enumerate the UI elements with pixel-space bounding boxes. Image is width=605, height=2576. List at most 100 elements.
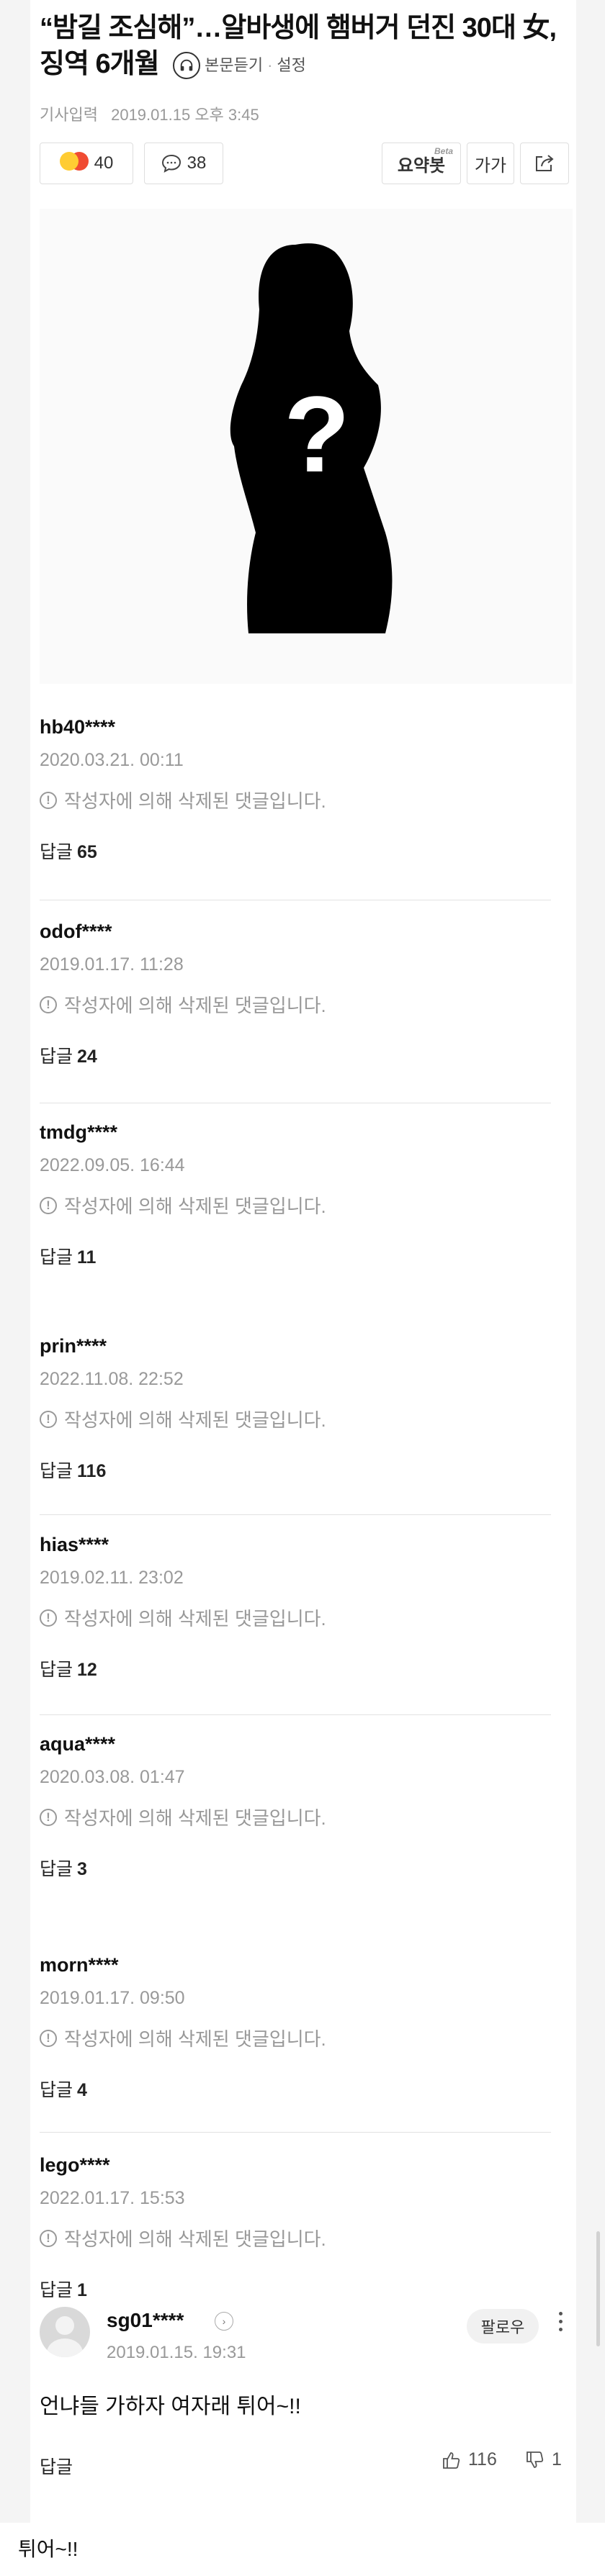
deleted-text: 작성자에 의해 삭제된 댓글입니다. — [64, 1807, 326, 1829]
reply-label: 답글 — [40, 842, 73, 862]
info-icon: ! — [40, 1808, 57, 1826]
comment-username[interactable]: sg01**** — [107, 2309, 184, 2332]
comment-date: 2020.03.08. 01:47 — [40, 1767, 185, 1787]
comment-date: 2019.01.17. 11:28 — [40, 954, 184, 975]
deleted-notice: ! 작성자에 의해 삭제된 댓글입니다. — [40, 2225, 558, 2251]
article-meta: 기사입력 2019.01.15 오후 3:45 — [40, 102, 259, 125]
comment-body: 언냐들 가하자 여자래 튀어~!! — [40, 2395, 301, 2418]
deleted-notice: ! 작성자에 의해 삭제된 댓글입니다. — [40, 1406, 558, 1432]
chevron-right-icon[interactable]: › — [215, 2312, 233, 2331]
listen-controls: 본문듣기 · 설정 — [173, 48, 306, 83]
reply-link[interactable]: 답글 — [40, 2453, 73, 2479]
divider — [40, 1514, 551, 1515]
reply-count: 65 — [77, 842, 97, 862]
comment-username[interactable]: hb40**** — [40, 714, 558, 740]
comment-username[interactable]: prin**** — [40, 1333, 558, 1359]
like-count: 116 — [468, 2449, 497, 2469]
comment-date: 2019.01.17. 09:50 — [40, 1988, 185, 2008]
reply-link[interactable]: 답글 1 — [40, 2276, 558, 2302]
font-size-button[interactable]: 가가 — [467, 143, 514, 184]
share-button[interactable] — [520, 143, 569, 184]
more-options-icon[interactable] — [557, 2312, 564, 2331]
reply-link[interactable]: 답글 24 — [40, 1042, 558, 1068]
comment-date: 2019.02.11. 23:02 — [40, 1568, 184, 1588]
comment-username[interactable]: aqua**** — [40, 1731, 558, 1757]
deleted-text: 작성자에 의해 삭제된 댓글입니다. — [64, 995, 326, 1016]
reply-label: 답글 — [40, 2280, 73, 2300]
right-margin — [576, 0, 605, 2523]
follow-button[interactable]: 팔로우 — [467, 2309, 539, 2344]
dislike-button[interactable]: 1 — [524, 2449, 562, 2470]
reply-link[interactable]: 답글 116 — [40, 1457, 558, 1483]
reply-label: 답글 — [40, 1247, 73, 1267]
reply-label: 답글 — [40, 1461, 73, 1481]
info-icon: ! — [40, 1609, 57, 1627]
headphones-icon[interactable] — [173, 51, 201, 79]
caption-text: 튀어~!! — [18, 2538, 79, 2560]
reply-link[interactable]: 답글 4 — [40, 2076, 558, 2102]
reply-link[interactable]: 답글 12 — [40, 1655, 558, 1681]
comment-date: 2022.01.17. 15:53 — [40, 2188, 185, 2208]
info-icon: ! — [40, 2229, 57, 2247]
article-title: “밤길 조심해”…알바생에 햄버거 던진 30대 女, 징역 6개월 본문듣기 … — [40, 10, 573, 83]
reply-label: 답글 — [40, 1859, 73, 1879]
reply-link[interactable]: 답글 11 — [40, 1243, 558, 1269]
info-icon: ! — [40, 1196, 57, 1214]
scrollbar-thumb[interactable] — [596, 2231, 600, 2346]
deleted-notice: ! 작성자에 의해 삭제된 댓글입니다. — [40, 1804, 558, 1830]
article-date: 2019.01.15 오후 3:45 — [111, 106, 259, 124]
comment-count-button[interactable]: 38 — [144, 143, 223, 184]
comment-username[interactable]: tmdg**** — [40, 1119, 558, 1145]
silhouette-question-image: ? — [230, 243, 393, 633]
info-icon: ! — [40, 1410, 57, 1428]
reply-count: 1 — [77, 2280, 87, 2300]
comment-date: 2022.11.08. 22:52 — [40, 1369, 184, 1389]
reply-count: 3 — [77, 1859, 87, 1879]
reply-label: 답글 — [40, 2080, 73, 2100]
listen-link[interactable]: 본문듣기 — [205, 48, 263, 83]
svg-text:?: ? — [284, 374, 350, 494]
comment-username[interactable]: hias**** — [40, 1532, 558, 1558]
reply-count: 12 — [77, 1660, 97, 1680]
comment-item: tmdg**** 2022.09.05. 16:44 ! 작성자에 의해 삭제된 … — [40, 1119, 558, 1269]
separator-dot: · — [267, 55, 273, 74]
deleted-text: 작성자에 의해 삭제된 댓글입니다. — [64, 790, 326, 812]
comment-username[interactable]: morn**** — [40, 1952, 558, 1978]
settings-link[interactable]: 설정 — [277, 48, 305, 83]
comment-item: morn**** 2019.01.17. 09:50 ! 작성자에 의해 삭제된 … — [40, 1952, 558, 2102]
beta-badge: Beta — [434, 146, 453, 156]
emoji-icon — [59, 151, 89, 176]
reply-link[interactable]: 답글 65 — [40, 838, 558, 864]
reply-count: 24 — [77, 1047, 97, 1067]
date-prefix: 기사입력 — [40, 106, 98, 124]
reaction-button[interactable]: 40 — [40, 143, 133, 184]
comment-item: hias**** 2019.02.11. 23:02 ! 작성자에 의해 삭제된 … — [40, 1532, 558, 1681]
info-icon: ! — [40, 791, 57, 809]
info-icon: ! — [40, 995, 57, 1013]
comment-username[interactable]: odof**** — [40, 918, 558, 944]
deleted-text: 작성자에 의해 삭제된 댓글입니다. — [64, 2028, 326, 2050]
comment-date: 2022.09.05. 16:44 — [40, 1155, 185, 1175]
deleted-notice: ! 작성자에 의해 삭제된 댓글입니다. — [40, 2025, 558, 2051]
deleted-notice: ! 작성자에 의해 삭제된 댓글입니다. — [40, 1604, 558, 1631]
reply-label: 답글 — [40, 1660, 73, 1680]
comment-item: hb40**** 2020.03.21. 00:11 ! 작성자에 의해 삭제된 … — [40, 714, 558, 864]
deleted-notice: ! 작성자에 의해 삭제된 댓글입니다. — [40, 1192, 558, 1219]
comment-item: aqua**** 2020.03.08. 01:47 ! 작성자에 의해 삭제된 … — [40, 1731, 558, 1881]
summary-bot-button[interactable]: 요약봇 Beta — [382, 143, 461, 184]
avatar[interactable] — [40, 2307, 90, 2357]
reply-count: 116 — [77, 1461, 107, 1481]
reply-link[interactable]: 답글 3 — [40, 1855, 558, 1881]
thumbs-down-icon — [526, 2451, 544, 2468]
thumbs-up-icon — [443, 2451, 460, 2469]
reaction-count: 40 — [94, 153, 114, 173]
dislike-count: 1 — [552, 2449, 562, 2469]
info-icon: ! — [40, 2029, 57, 2047]
article-page: “밤길 조심해”…알바생에 햄버거 던진 30대 女, 징역 6개월 본문듣기 … — [0, 0, 605, 2576]
comment-username[interactable]: lego**** — [40, 2152, 558, 2178]
font-size-label: 가가 — [474, 155, 507, 176]
like-button[interactable]: 116 — [441, 2449, 497, 2470]
comment-item: lego**** 2022.01.17. 15:53 ! 작성자에 의해 삭제된 … — [40, 2152, 558, 2302]
deleted-text: 작성자에 의해 삭제된 댓글입니다. — [64, 1608, 326, 1630]
reply-count: 4 — [77, 2080, 87, 2100]
